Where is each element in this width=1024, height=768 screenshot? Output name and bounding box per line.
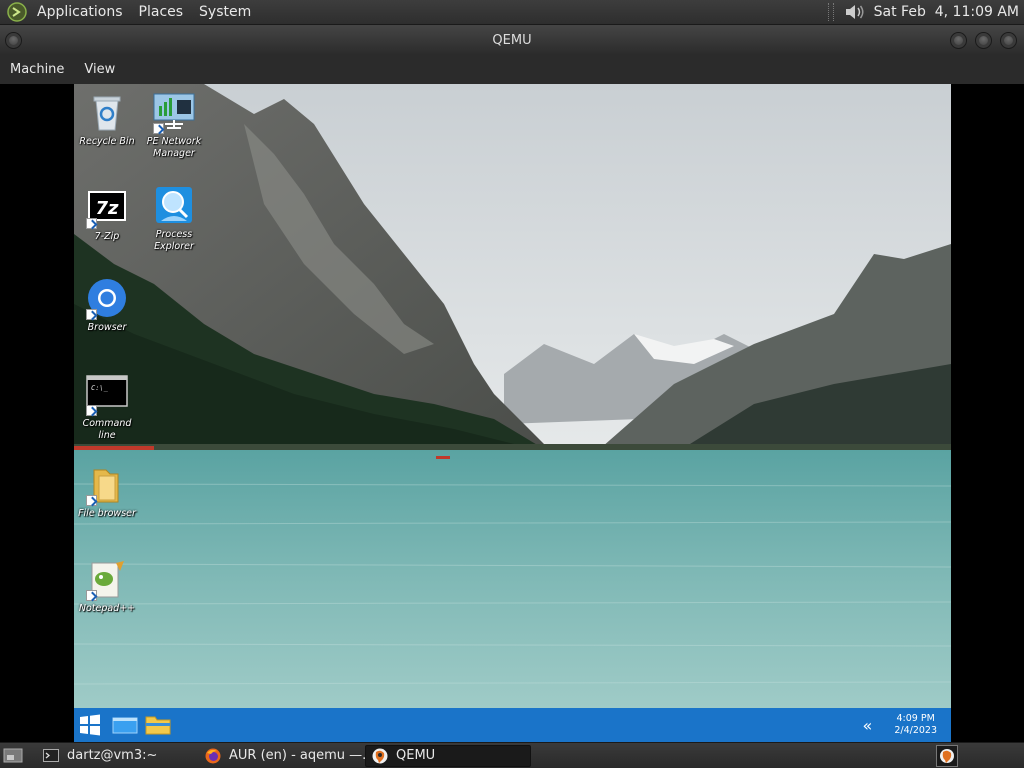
windows-time: 4:09 PM [896,713,935,724]
svg-text:7z: 7z [95,198,119,219]
qemu-workspace-icon [940,748,954,763]
panel-separator [827,3,834,21]
system-menu[interactable]: System [191,0,259,25]
task-label: dartz@vm3:~ [67,748,158,763]
desktop-icon-notepad[interactable]: Notepad++ [74,559,140,615]
taskbar-item-qemu[interactable]: QEMU [365,744,531,767]
minimize-button[interactable] [950,32,967,49]
shortcut-arrow-icon [86,309,97,320]
file-explorer-taskbar-icon[interactable] [145,714,171,736]
desktop-icon-browser[interactable]: Browser [74,278,140,334]
places-menu[interactable]: Places [131,0,192,25]
desktop-icon-command-line[interactable]: C:\_ Command line [74,374,140,442]
icon-label: Notepad++ [78,603,136,614]
icon-label: File browser [78,508,136,519]
shortcut-arrow-icon [153,123,164,134]
volume-icon[interactable] [844,2,866,22]
shortcut-arrow-icon [86,405,97,416]
qemu-display[interactable]: Recycle Bin PE Network Manager 7z 7-Zip … [0,84,1024,742]
shortcut-arrow-icon [86,590,97,601]
desktop-icon-pe-network-manager[interactable]: PE Network Manager [141,92,207,160]
firefox-icon [205,748,221,763]
machine-menu[interactable]: Machine [0,55,74,84]
terminal-icon [43,748,59,762]
icon-label: 7-Zip [94,231,120,242]
guest-desktop[interactable]: Recycle Bin PE Network Manager 7z 7-Zip … [74,84,951,742]
icon-label: PE Network Manager [146,136,202,159]
window-title: QEMU [492,32,532,48]
windows-start-icon[interactable] [79,714,101,736]
show-desktop-icon[interactable] [3,747,23,765]
maximize-button[interactable] [975,32,992,49]
desktop-icon-recycle-bin[interactable]: Recycle Bin [74,92,140,148]
icon-label: Browser [87,322,127,333]
icon-label: Recycle Bin [79,136,135,147]
process-explorer-icon [156,187,192,223]
show-hidden-icons-button[interactable]: « [863,716,873,735]
task-view-icon[interactable] [112,714,138,736]
workspace-switcher[interactable] [936,744,958,767]
close-button[interactable] [1000,32,1017,49]
windows-clock[interactable]: 4:09 PM 2/4/2023 [894,713,937,737]
shortcut-arrow-icon [86,495,97,506]
clock[interactable]: Sat Feb 4, 11:09 AM [874,4,1024,20]
shortcut-arrow-icon [86,218,97,229]
desktop-icon-file-browser[interactable]: File browser [74,464,140,520]
windows-date: 2/4/2023 [894,725,937,736]
desktop-icon-process-explorer[interactable]: Process Explorer [141,185,207,253]
taskbar-item-terminal[interactable]: dartz@vm3:~ [37,745,199,767]
task-label: QEMU [396,748,436,763]
icon-label: Process Explorer [154,229,194,252]
qemu-titlebar[interactable]: QEMU [0,25,1024,55]
top-panel: Applications Places System Sat Feb 4, 11… [0,0,1024,25]
distro-logo-icon[interactable] [7,2,27,22]
windows-taskbar: « 4:09 PM 2/4/2023 [74,708,951,742]
task-label: AUR (en) - aqemu —... [229,748,365,763]
view-menu[interactable]: View [74,55,125,84]
qemu-menubar: Machine View [0,55,1024,84]
applications-menu[interactable]: Applications [29,0,131,25]
qemu-icon [372,748,388,763]
bottom-panel: dartz@vm3:~ AUR (en) - aqemu —... QEMU [0,742,1024,768]
desktop-icon-7zip[interactable]: 7z 7-Zip [74,187,140,243]
wallpaper-image [74,84,951,708]
window-menu-button[interactable] [5,32,22,49]
icon-label: Command line [82,418,132,441]
recycle-bin-icon [93,96,121,131]
cmd-prompt-text: C:\_ [91,384,109,392]
taskbar-item-firefox[interactable]: AUR (en) - aqemu —... [199,745,365,767]
